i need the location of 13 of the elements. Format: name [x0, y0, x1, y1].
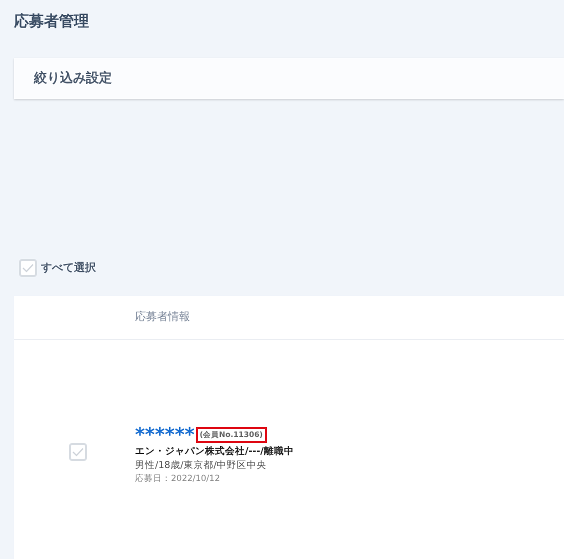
check-icon [72, 447, 84, 457]
company-status: エン・ジャパン株式会社/---/離職中 [135, 445, 294, 459]
applicant-name[interactable]: ****** [135, 425, 195, 445]
applicant-profile: 男性/18歳/東京都/中野区中央 [135, 459, 268, 473]
filter-panel[interactable]: 絞り込み設定 [14, 58, 564, 99]
filter-title: 絞り込み設定 [34, 70, 112, 88]
checkbox[interactable] [19, 259, 37, 277]
page-title: 応募者管理 [14, 11, 90, 32]
applied-date: 応募日：2022/10/12 [135, 473, 221, 486]
check-icon [22, 263, 34, 273]
column-header: 応募者情報 [135, 309, 190, 326]
select-all-label[interactable]: すべて選択 [41, 260, 96, 276]
checkbox[interactable] [68, 443, 86, 461]
